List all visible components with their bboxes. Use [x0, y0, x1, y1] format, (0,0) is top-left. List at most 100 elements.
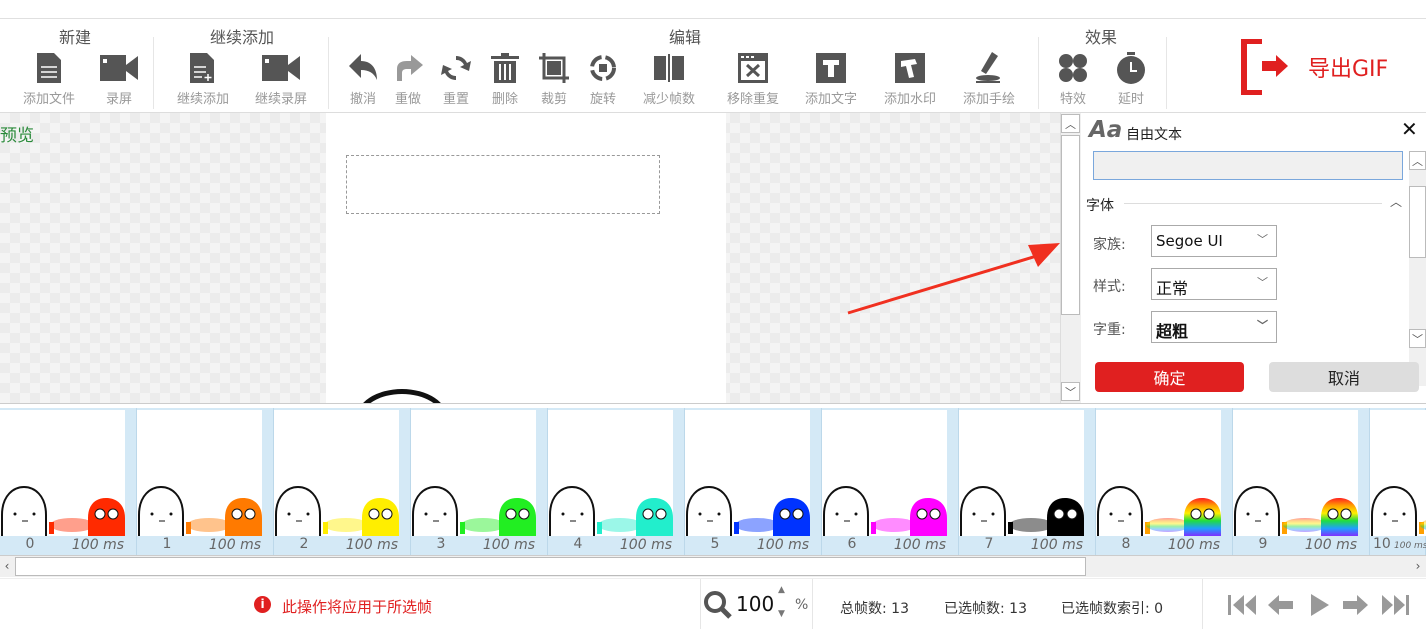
- text-input[interactable]: [1093, 151, 1403, 180]
- play-icon[interactable]: [1311, 594, 1329, 616]
- font-style-select[interactable]: 正常 ﹀: [1151, 268, 1277, 300]
- frame-thumbnail: [0, 410, 125, 536]
- family-label: 家族:: [1093, 237, 1126, 253]
- frame-thumbnail: [411, 410, 536, 536]
- font-icon: Aa: [1089, 117, 1123, 143]
- frame-tile[interactable]: 7 100 ms: [959, 408, 1096, 555]
- font-weight-select[interactable]: 超粗 ﹀: [1151, 311, 1277, 343]
- chevron-down-icon: ﹀: [1257, 233, 1268, 246]
- text-box-selection[interactable]: [346, 155, 660, 214]
- cancel-button[interactable]: 取消: [1269, 362, 1419, 392]
- scroll-thumb[interactable]: [15, 557, 1086, 576]
- stopwatch-icon: [1094, 51, 1168, 85]
- frame-tile[interactable]: 9 100 ms: [1233, 408, 1370, 555]
- scroll-right-button[interactable]: ›: [1410, 556, 1426, 577]
- frame-tile[interactable]: 6 100 ms: [822, 408, 959, 555]
- close-icon[interactable]: ✕: [1401, 117, 1418, 141]
- zoom-value[interactable]: 100: [736, 592, 774, 616]
- frame-index: 4: [573, 536, 583, 552]
- file-add-icon: [166, 51, 240, 85]
- frame-tile[interactable]: 1 100 ms: [137, 408, 274, 555]
- frame-tile[interactable]: 2 100 ms: [274, 408, 411, 555]
- remove-duplicates-button[interactable]: 移除重复: [716, 51, 790, 107]
- export-label: 导出GIF: [1308, 57, 1389, 82]
- add-watermark-button[interactable]: 添加水印: [873, 51, 947, 107]
- frame-index: 7: [984, 536, 994, 552]
- remove-duplicates-label: 移除重复: [726, 92, 779, 107]
- add-text-label: 添加文字: [804, 92, 857, 107]
- rotate-icon: [566, 51, 640, 85]
- scroll-thumb[interactable]: [1409, 186, 1426, 258]
- preview-label: 预览: [0, 126, 34, 146]
- delay-label: 延时: [1117, 92, 1144, 107]
- scroll-up-button[interactable]: ︿: [1061, 114, 1080, 133]
- frame-tile[interactable]: 4 100 ms: [548, 408, 685, 555]
- panel-title: 自由文本: [1126, 127, 1182, 143]
- zoom-increment-icon[interactable]: ▲: [778, 585, 785, 595]
- zoom-decrement-icon[interactable]: ▼: [778, 609, 785, 619]
- warning-message: 此操作将应用于所选帧: [282, 598, 433, 616]
- warning-icon: i: [254, 596, 271, 613]
- delay-button[interactable]: 延时: [1094, 51, 1168, 107]
- scroll-up-button[interactable]: ︿: [1409, 151, 1426, 170]
- last-frame-icon[interactable]: [1382, 595, 1409, 615]
- frame-thumbnail: [548, 410, 673, 536]
- frame-tile[interactable]: 3 100 ms: [411, 408, 548, 555]
- add-drawing-button[interactable]: 添加手绘: [952, 51, 1026, 107]
- playback-controls: [1228, 594, 1409, 616]
- record-button[interactable]: 录屏: [82, 51, 156, 107]
- collapse-chevron-icon[interactable]: ︿: [1390, 193, 1402, 210]
- font-family-value: Segoe UI: [1156, 232, 1223, 250]
- add-file-label: 添加文件: [22, 92, 75, 107]
- scroll-down-button[interactable]: ﹀: [1409, 329, 1426, 348]
- preview-vertical-scrollbar[interactable]: ︿ ﹀: [1060, 113, 1081, 403]
- selected-frame-index: 已选帧数索引: 0: [1061, 601, 1164, 617]
- split-frames-icon: [632, 51, 706, 85]
- file-icon: [12, 51, 86, 85]
- next-frame-icon[interactable]: [1343, 595, 1368, 615]
- scroll-left-button[interactable]: ‹: [0, 556, 14, 577]
- chevron-down-icon: ﹀: [1257, 276, 1268, 289]
- frame-index: 3: [436, 536, 446, 552]
- watermark-icon: [873, 51, 947, 85]
- export-gif-button[interactable]: 导出GIF: [1240, 39, 1400, 95]
- frame-tile[interactable]: 5 100 ms: [685, 408, 822, 555]
- reduce-frames-button[interactable]: 减少帧数: [632, 51, 706, 107]
- add-file-button[interactable]: 添加文件: [12, 51, 86, 107]
- total-frames: 总帧数: 13: [840, 601, 909, 617]
- zoom-unit: %: [795, 597, 809, 613]
- scroll-down-button[interactable]: ﹀: [1061, 382, 1080, 401]
- frame-duration: 100 ms: [345, 537, 398, 553]
- continue-record-button[interactable]: 继续录屏: [244, 51, 318, 107]
- confirm-button[interactable]: 确定: [1095, 362, 1244, 392]
- frame-tile[interactable]: 0 100 ms: [0, 408, 137, 555]
- free-text-panel: Aa 自由文本 ✕ ︿ ﹀ 字体 ︿ 家族: Segoe UI ﹀ 样式: 正常 ﹀…: [1081, 113, 1426, 403]
- frame-strip-horizontal-scrollbar[interactable]: ‹ ›: [0, 555, 1426, 577]
- frame-index: 1: [162, 536, 172, 552]
- previous-frame-icon[interactable]: [1268, 595, 1293, 615]
- frame-index: 8: [1121, 536, 1131, 552]
- frame-thumbnail: [1370, 410, 1426, 536]
- add-text-button[interactable]: 添加文字: [794, 51, 868, 107]
- frame-tile[interactable]: 8 100 ms: [1096, 408, 1233, 555]
- frame-tile[interactable]: 10 100 ms: [1370, 408, 1426, 555]
- frame-thumbnail: [137, 410, 262, 536]
- frame-index: 9: [1258, 536, 1268, 552]
- frame-thumbnail: [959, 410, 1084, 536]
- remove-window-icon: [716, 51, 790, 85]
- preview-canvas[interactable]: [326, 113, 726, 403]
- font-section-title: 字体: [1086, 198, 1114, 214]
- toolbar: 新建 继续添加 编辑 效果 添加文件 录屏 继续添加 继续录屏 撤消 重做 重置…: [0, 19, 1426, 113]
- continue-record-label: 继续录屏: [254, 92, 307, 107]
- frame-index: 6: [847, 536, 857, 552]
- font-family-select[interactable]: Segoe UI ﹀: [1151, 225, 1277, 257]
- status-bar: i 此操作将应用于所选帧 100 ▲ ▼ % 总帧数: 13 已选帧数: 13 …: [0, 578, 1426, 639]
- rotate-label: 旋转: [589, 92, 616, 107]
- preview-area[interactable]: 预览: [0, 113, 1060, 403]
- scroll-thumb[interactable]: [1061, 135, 1080, 315]
- rotate-button[interactable]: 旋转: [566, 51, 640, 107]
- panel-scrollbar[interactable]: ︿ ﹀: [1409, 151, 1426, 386]
- continue-add-button[interactable]: 继续添加: [166, 51, 240, 107]
- first-frame-icon[interactable]: [1228, 595, 1256, 615]
- font-weight-value: 超粗: [1156, 322, 1189, 341]
